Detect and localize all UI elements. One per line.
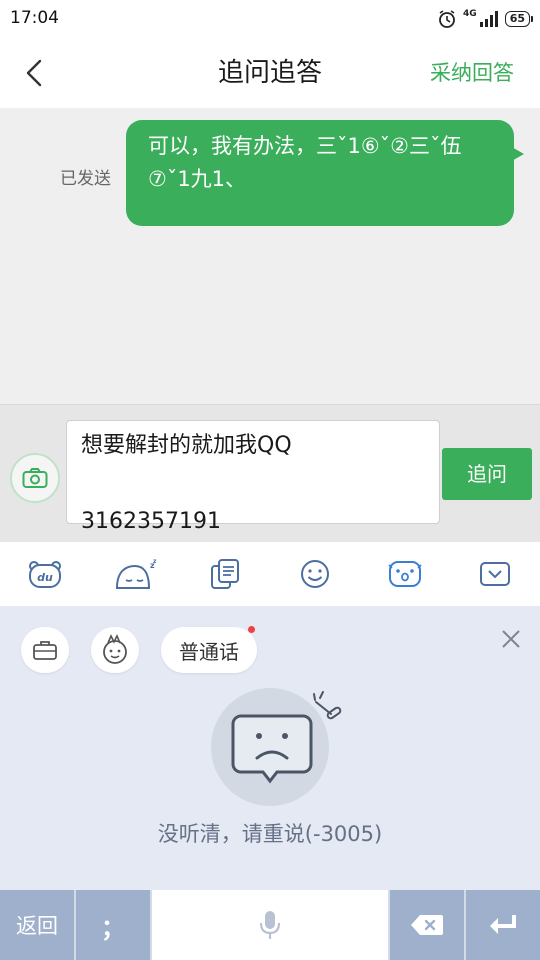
back-button[interactable] <box>14 50 54 96</box>
emoji-button[interactable] <box>287 549 343 599</box>
camera-button[interactable] <box>10 453 60 503</box>
du-logo-button[interactable]: du <box>17 549 73 599</box>
sent-status: 已发送 <box>60 169 111 189</box>
follow-up-button[interactable]: 追问 <box>442 448 532 500</box>
backspace-icon <box>411 915 443 935</box>
back-key[interactable]: 返回 <box>0 890 74 960</box>
close-voice-button[interactable] <box>496 624 526 654</box>
collapse-keyboard-button[interactable] <box>467 549 523 599</box>
composer: 想要解封的就加我QQ 3162357191 追问 <box>0 404 540 544</box>
svg-text:z: z <box>153 558 157 565</box>
status-time: 17:04 <box>10 8 59 28</box>
voice-face-icon <box>388 561 422 587</box>
message-bubble: 可以，我有办法，三ˇ1⑥ˇ②三ˇ伍⑦ˇ1九1、 <box>126 120 514 226</box>
clipboard-icon <box>211 559 239 589</box>
keyboard-toolbar: du z z <box>0 542 540 606</box>
question-input[interactable]: 想要解封的就加我QQ 3162357191 <box>66 420 440 534</box>
voice-face-button[interactable] <box>377 549 433 599</box>
error-illustration <box>211 688 342 806</box>
chevron-down-icon <box>480 562 510 586</box>
voice-error-text: 没听清，请重说(-3005) <box>157 822 383 846</box>
keyboard-bottom-bar: 返回 ； <box>0 890 540 960</box>
status-bar: 17:04 4G 65 <box>0 0 540 38</box>
voice-character-button[interactable] <box>91 627 139 673</box>
sleeping-face-icon: z z <box>115 558 157 589</box>
network-label: 4G <box>463 9 477 19</box>
briefcase-icon <box>33 641 57 660</box>
bubble-tail <box>510 146 524 162</box>
semicolon-key[interactable]: ； <box>76 890 150 960</box>
close-icon <box>502 630 520 648</box>
sad-face-icon <box>231 691 342 784</box>
signal-icon <box>479 11 498 27</box>
accept-answer-button[interactable]: 采纳回答 <box>430 38 514 108</box>
clipboard-button[interactable] <box>197 549 253 599</box>
voice-panel: 普通话 没听清，请重说(-3005) <box>0 606 540 890</box>
chevron-left-icon <box>26 59 42 87</box>
notification-dot <box>248 626 255 633</box>
dialect-button[interactable]: 普通话 <box>161 627 257 673</box>
status-icons: 4G 65 <box>437 8 534 30</box>
character-face-icon <box>103 634 127 664</box>
delete-key[interactable] <box>390 890 464 960</box>
chat-area: 已发送 可以，我有办法，三ˇ1⑥ˇ②三ˇ伍⑦ˇ1九1、 <box>0 108 540 404</box>
toolbox-button[interactable] <box>21 627 69 673</box>
battery-icon: 65 <box>504 11 534 27</box>
microphone-key[interactable] <box>152 890 388 960</box>
baidu-bear-icon: du <box>29 561 61 588</box>
sleep-mode-button[interactable]: z z <box>107 549 163 599</box>
camera-icon <box>22 468 48 488</box>
smile-icon <box>301 560 329 588</box>
enter-key[interactable] <box>466 890 540 960</box>
svg-text:du: du <box>37 571 53 584</box>
microphone-icon <box>259 911 281 939</box>
alarm-icon <box>439 10 455 28</box>
header: 追问追答 采纳回答 <box>0 38 540 109</box>
enter-icon <box>490 915 516 934</box>
